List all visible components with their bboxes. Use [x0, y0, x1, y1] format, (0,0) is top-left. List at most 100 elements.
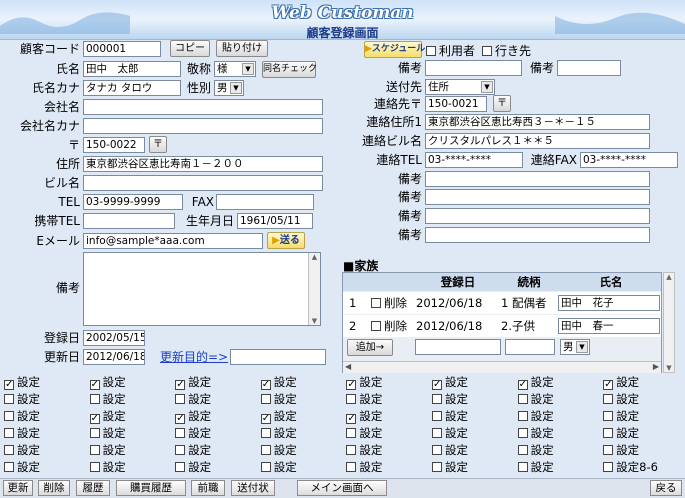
updated-date-input[interactable]: 2012/06/18 — [83, 349, 145, 365]
copy-button[interactable]: コピー — [170, 40, 210, 57]
destination-checkbox[interactable]: 行き先 — [482, 42, 531, 59]
setting-checkbox[interactable]: 設定 — [260, 444, 297, 457]
setting-checkbox[interactable]: 設定 — [432, 393, 468, 406]
company-input[interactable] — [83, 99, 323, 115]
update-purpose-link[interactable]: 更新目的=> — [160, 349, 228, 365]
memo-right-2-input[interactable] — [557, 60, 621, 76]
setting-checkbox[interactable]: 設定 — [517, 427, 554, 440]
send-to-select[interactable]: 住所 ▼ — [425, 79, 495, 95]
family-horizontal-scrollbar[interactable]: ◀ ▶ — [343, 361, 661, 373]
setting-checkbox[interactable]: ✓ 設定 — [260, 410, 297, 424]
gender-select[interactable]: 男 ▼ — [214, 80, 244, 96]
memo-scrollbar[interactable]: ▲ ▼ — [308, 253, 320, 325]
contact-tel-input[interactable]: 03-****-**** — [425, 152, 523, 168]
setting-checkbox[interactable]: 設定 — [175, 444, 211, 457]
setting-checkbox[interactable]: ✓ 設定 — [517, 376, 554, 390]
address-input[interactable]: 東京都渋谷区恵比寿南１－２００ — [83, 156, 323, 172]
setting-checkbox[interactable]: 設定 — [346, 427, 382, 440]
setting-checkbox[interactable]: 設定 — [175, 461, 211, 474]
delete-button[interactable]: 削除 — [38, 480, 70, 496]
memo-right-1-input[interactable] — [425, 60, 522, 76]
memo-right-5-input[interactable] — [425, 208, 650, 224]
setting-checkbox[interactable]: ✓ 設定 — [432, 376, 468, 390]
setting-checkbox[interactable]: 設定 — [89, 444, 126, 457]
setting-checkbox[interactable]: ✓ 設定 — [175, 376, 211, 390]
setting-checkbox[interactable]: ✓ 設定 — [89, 410, 126, 424]
setting-checkbox[interactable]: ✓ 設定 — [4, 376, 40, 390]
setting-checkbox[interactable]: 設定 — [4, 393, 40, 406]
family-row-name-input[interactable]: 田中 花子 — [558, 295, 660, 311]
fax-input[interactable] — [216, 194, 314, 210]
setting-checkbox[interactable]: 設定 — [603, 427, 639, 440]
contact-zip-lookup-button[interactable]: 〒 — [493, 95, 511, 112]
contact-building-input[interactable]: クリスタルパレス１＊＊５ — [425, 133, 650, 149]
zip-input[interactable]: 150-0022 — [83, 137, 145, 153]
zip-lookup-button[interactable]: 〒 — [149, 136, 167, 153]
setting-checkbox[interactable]: 設定 — [4, 444, 40, 457]
setting-checkbox[interactable]: 設定 — [4, 410, 40, 423]
setting-checkbox[interactable]: 設定 — [260, 393, 297, 406]
new-family-gender-select[interactable]: 男 ▼ — [560, 339, 590, 355]
setting-checkbox[interactable]: 設定 — [432, 461, 468, 474]
memo-right-6-input[interactable] — [425, 227, 650, 243]
setting-checkbox[interactable]: ✓ 設定 — [603, 376, 639, 390]
send-email-button[interactable]: ▶送る — [267, 232, 305, 249]
update-purpose-input[interactable] — [230, 349, 326, 365]
setting-checkbox[interactable]: 設定 — [260, 461, 297, 474]
setting-checkbox[interactable]: 設定 — [517, 461, 554, 474]
setting-checkbox[interactable]: 設定 — [175, 393, 211, 406]
setting-checkbox[interactable]: 設定 — [346, 393, 382, 406]
setting-checkbox[interactable]: 設定 — [603, 444, 639, 457]
honorific-select[interactable]: 様 ▼ — [214, 61, 256, 77]
schedule-button[interactable]: ▶スケジュール — [364, 41, 425, 58]
setting-checkbox[interactable]: 設定 — [432, 427, 468, 440]
setting-checkbox[interactable]: 設定 — [175, 427, 211, 440]
setting-checkbox[interactable]: 設定 — [432, 410, 468, 423]
setting-checkbox[interactable]: 設定 — [517, 393, 554, 406]
family-row-delete-checkbox[interactable]: 削除 — [371, 293, 407, 313]
setting-checkbox[interactable]: 設定 — [89, 427, 126, 440]
user-checkbox[interactable]: 利用者 — [426, 42, 475, 59]
setting-checkbox[interactable]: 設定 — [4, 427, 40, 440]
birthdate-input[interactable]: 1961/05/11 — [237, 213, 313, 229]
registered-date-input[interactable]: 2002/05/15 — [83, 330, 145, 346]
setting-checkbox[interactable]: 設定8-6 — [603, 461, 658, 474]
mobile-input[interactable] — [83, 213, 175, 229]
memo-right-4-input[interactable] — [425, 189, 650, 205]
same-name-check-button[interactable]: 同名チェック — [262, 61, 317, 78]
setting-checkbox[interactable]: 設定 — [346, 461, 382, 474]
setting-checkbox[interactable]: 設定 — [89, 393, 126, 406]
setting-checkbox[interactable]: ✓ 設定 — [346, 410, 382, 424]
contact-fax-input[interactable]: 03-****-**** — [580, 152, 678, 168]
setting-checkbox[interactable]: ✓ 設定 — [260, 376, 297, 390]
email-input[interactable]: info@sample*aaa.com — [83, 233, 263, 249]
setting-checkbox[interactable]: 設定 — [260, 427, 297, 440]
setting-checkbox[interactable]: 設定 — [432, 444, 468, 457]
name-kana-input[interactable]: タナカ タロウ — [83, 80, 181, 96]
setting-checkbox[interactable]: ✓ 設定 — [89, 376, 126, 390]
building-input[interactable] — [83, 175, 323, 191]
setting-checkbox[interactable]: 設定 — [603, 410, 639, 423]
setting-checkbox[interactable]: 設定 — [517, 444, 554, 457]
main-screen-button[interactable]: メイン画面へ — [297, 480, 387, 496]
family-row-delete-checkbox[interactable]: 削除 — [371, 316, 407, 336]
memo-right-3-input[interactable] — [425, 171, 650, 187]
setting-checkbox[interactable]: 設定 — [603, 393, 639, 406]
company-kana-input[interactable] — [83, 118, 323, 134]
contact-zip-input[interactable]: 150-0021 — [425, 96, 487, 112]
tel-input[interactable]: 03-9999-9999 — [83, 194, 183, 210]
setting-checkbox[interactable]: 設定 — [517, 410, 554, 423]
contact-address-input[interactable]: 東京都渋谷区恵比寿西３－＊－１５ — [425, 114, 650, 130]
update-button[interactable]: 更新 — [3, 480, 33, 496]
back-button[interactable]: 戻る — [650, 480, 682, 496]
cover-letter-button[interactable]: 送付状 — [231, 480, 275, 496]
family-row-name-input[interactable]: 田中 春一 — [558, 318, 660, 334]
customer-code-input[interactable]: 000001 — [83, 41, 161, 57]
setting-checkbox[interactable]: ✓ 設定 — [175, 410, 211, 424]
setting-checkbox[interactable]: ✓ 設定 — [346, 376, 382, 390]
new-family-relation-input[interactable] — [505, 339, 555, 355]
history-button[interactable]: 履歴 — [76, 480, 110, 496]
new-family-date-input[interactable] — [415, 339, 501, 355]
purchase-history-button[interactable]: 購買履歴 — [116, 480, 186, 496]
family-vertical-scrollbar[interactable]: ▲ ▼ — [663, 272, 675, 373]
